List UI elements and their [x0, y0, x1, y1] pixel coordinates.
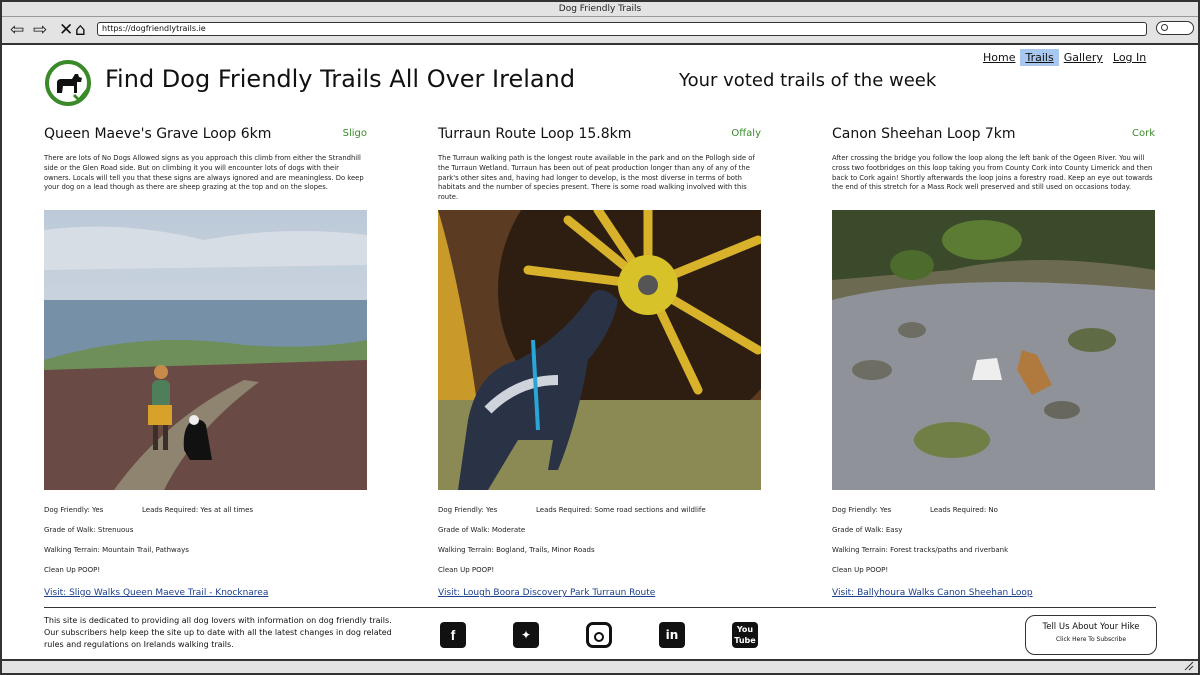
nav-login[interactable]: Log In — [1108, 49, 1151, 66]
browser-window: Dog Friendly Trails ⇦ ⇨ ✕ ⌂ https://dogf… — [0, 0, 1200, 675]
trail-photo-wheel — [438, 140, 798, 490]
dog-friendly-value: Dog Friendly: Yes — [44, 506, 104, 514]
page-subtitle: Your voted trails of the week — [679, 70, 937, 91]
resize-grip-icon[interactable] — [1184, 661, 1194, 671]
nav-trails[interactable]: Trails — [1020, 49, 1059, 66]
trail-photo-mountain — [44, 210, 367, 490]
trail-title: Queen Maeve's Grave Loop 6km — [44, 126, 272, 142]
address-bar[interactable]: https://dogfriendlytrails.ie — [97, 22, 1147, 36]
visit-link[interactable]: Visit: Lough Boora Discovery Park Turrau… — [438, 588, 655, 598]
visit-link[interactable]: Visit: Sligo Walks Queen Maeve Trail - K… — [44, 588, 268, 598]
facebook-icon[interactable]: f — [440, 622, 466, 648]
trail-county: Sligo — [342, 128, 367, 139]
site-title: Find Dog Friendly Trails All Over Irelan… — [105, 65, 576, 93]
footer-divider — [44, 607, 1156, 608]
dog-friendly-value: Dog Friendly: Yes — [438, 506, 498, 514]
status-bar — [2, 659, 1198, 673]
trail-card: Queen Maeve's Grave Loop 6km Sligo There… — [44, 124, 367, 599]
home-icon[interactable]: ⌂ — [75, 17, 86, 45]
cleanup-note: Clean Up POOP! — [832, 566, 889, 574]
window-title: Dog Friendly Trails — [2, 2, 1198, 17]
grade-value: Grade of Walk: Easy — [832, 526, 903, 534]
search-icon — [1161, 24, 1168, 31]
main-nav: Home Trails Gallery Log In — [978, 49, 1151, 66]
close-icon[interactable]: ✕ — [59, 17, 73, 45]
leads-required-value: Leads Required: No — [930, 506, 998, 514]
leads-required-value: Leads Required: Yes at all times — [142, 506, 254, 514]
twitter-icon[interactable]: ✦ — [513, 622, 539, 648]
trail-county: Offaly — [731, 128, 761, 139]
youtube-icon[interactable]: You Tube — [732, 622, 758, 648]
footer-about: This site is dedicated to providing all … — [44, 616, 392, 649]
grade-value: Grade of Walk: Strenuous — [44, 526, 134, 534]
trail-description: After crossing the bridge you follow the… — [832, 154, 1153, 192]
linkedin-icon[interactable]: in — [659, 622, 685, 648]
trail-card: Canon Sheehan Loop 7km Cork After crossi… — [832, 124, 1155, 599]
leads-required-value: Leads Required: Some road sections and w… — [536, 506, 706, 514]
trail-county: Cork — [1131, 128, 1155, 139]
dog-logo-icon[interactable] — [44, 59, 92, 107]
dog-friendly-value: Dog Friendly: Yes — [832, 506, 892, 514]
trail-description: The Turraun walking path is the longest … — [438, 154, 755, 202]
terrain-value: Walking Terrain: Mountain Trail, Pathway… — [44, 546, 189, 554]
cleanup-note: Clean Up POOP! — [438, 566, 495, 574]
nav-home[interactable]: Home — [978, 49, 1020, 66]
subscribe-button[interactable]: Tell Us About Your Hike Click Here To Su… — [1025, 615, 1157, 655]
trail-description: There are lots of No Dogs Allowed signs … — [44, 154, 364, 192]
trail-title: Turraun Route Loop 15.8km — [438, 126, 632, 142]
grade-value: Grade of Walk: Moderate — [438, 526, 526, 534]
trail-photo-river — [832, 210, 1155, 490]
cleanup-note: Clean Up POOP! — [44, 566, 101, 574]
back-arrow-icon[interactable]: ⇦ — [10, 17, 24, 45]
trail-title: Canon Sheehan Loop 7km — [832, 126, 1016, 142]
nav-gallery[interactable]: Gallery — [1059, 49, 1108, 66]
cta-subtitle: Click Here To Subscribe — [1055, 636, 1127, 643]
trail-card: Turraun Route Loop 15.8km Offaly The Tur… — [438, 124, 798, 599]
terrain-value: Walking Terrain: Forest tracks/paths and… — [832, 546, 1009, 554]
cta-title: Tell Us About Your Hike — [1042, 622, 1140, 632]
browser-search-button[interactable] — [1156, 21, 1194, 35]
browser-toolbar: ⇦ ⇨ ✕ ⌂ https://dogfriendlytrails.ie — [2, 17, 1198, 45]
visit-link[interactable]: Visit: Ballyhoura Walks Canon Sheehan Lo… — [832, 588, 1033, 598]
instagram-icon[interactable] — [586, 622, 612, 648]
forward-arrow-icon[interactable]: ⇨ — [33, 17, 47, 45]
terrain-value: Walking Terrain: Bogland, Trails, Minor … — [438, 546, 595, 554]
